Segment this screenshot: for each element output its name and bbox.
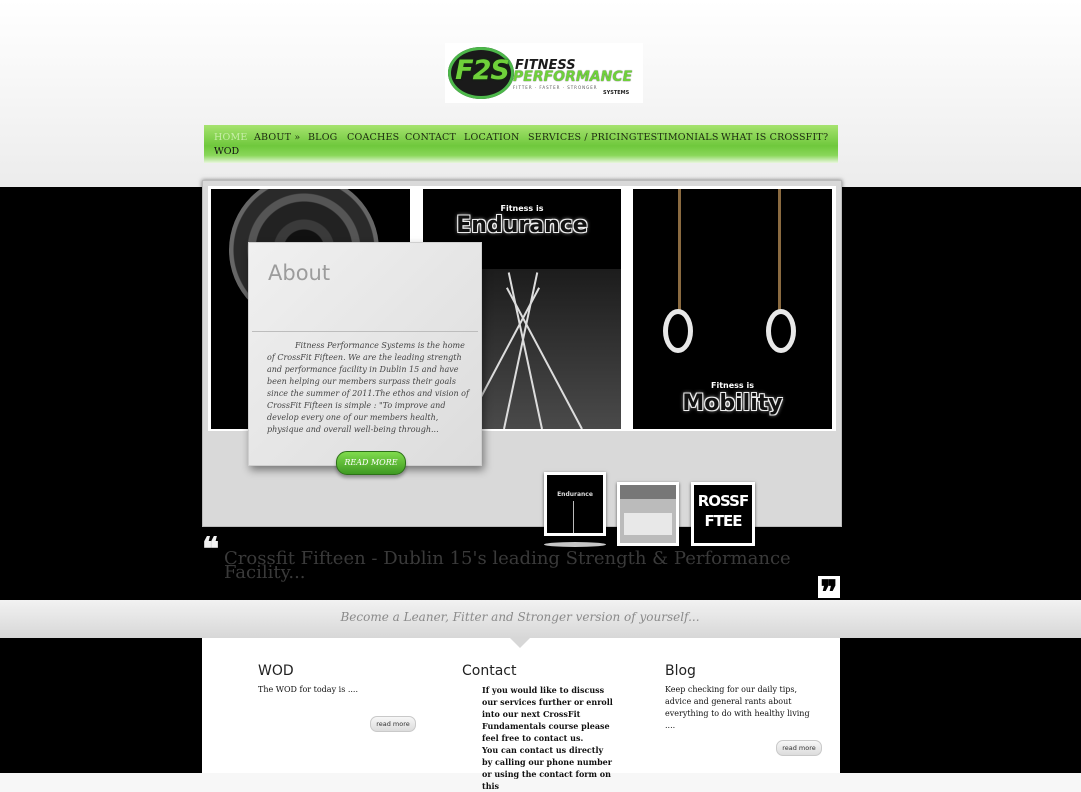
slider-thumbnail-2[interactable] xyxy=(617,482,679,546)
contact-title: Contact xyxy=(462,663,517,679)
hero-headline: Crossfit Fifteen - Dublin 15's leading S… xyxy=(224,548,791,583)
about-divider xyxy=(252,331,478,332)
thumb-1-caption: Endurance xyxy=(557,491,593,498)
endurance-caption-big: Endurance xyxy=(456,213,588,238)
nav-item-home[interactable]: HOME xyxy=(214,132,248,143)
blog-text: Keep checking for our daily tips, advice… xyxy=(665,685,810,730)
open-quote-icon: ❝ xyxy=(202,530,220,568)
nav-item-services-pricing[interactable]: SERVICES / PRICING xyxy=(528,132,637,143)
ring-rope-left xyxy=(678,189,681,314)
about-text: Fitness Performance Systems is the home … xyxy=(267,341,469,434)
about-card: About Fitness Performance Systems is the… xyxy=(248,242,482,466)
nav-item-testimonials[interactable]: TESTIMONIALS xyxy=(637,132,719,143)
contact-text-2: You can contact us directly by calling o… xyxy=(482,745,612,791)
blog-title: Blog xyxy=(665,663,696,679)
mobility-caption-small: Fitness is xyxy=(711,381,754,390)
nav-item-about[interactable]: ABOUT » xyxy=(254,132,300,143)
nav-item-location[interactable]: LOCATION xyxy=(464,132,520,143)
ring-rope-right xyxy=(778,189,781,314)
site-logo[interactable]: F2S FITNESS PERFORMANCE FITTER · FASTER … xyxy=(445,43,643,103)
nav-item-blog[interactable]: BLOG xyxy=(308,132,337,143)
logo-word-performance: PERFORMANCE xyxy=(513,69,633,85)
blog-read-more-button[interactable]: read more xyxy=(776,740,822,756)
slider-thumbnail-1[interactable]: Endurance xyxy=(544,472,606,536)
logo-word-systems: SYSTEMS xyxy=(603,90,630,96)
nav-item-contact[interactable]: CONTACT xyxy=(405,132,456,143)
subtitle-arrow xyxy=(510,638,530,648)
main-navigation: HOME ABOUT » BLOG COACHES CONTACT LOCATI… xyxy=(204,125,838,163)
mobility-caption-big: Mobility xyxy=(682,391,783,416)
nav-item-wod[interactable]: WOD xyxy=(214,146,239,157)
about-read-more-button[interactable]: READ MORE xyxy=(336,451,406,475)
slide-panel-mobility: Fitness is Mobility xyxy=(633,189,832,429)
slider-thumbnail-3[interactable]: ROSSF FTEE xyxy=(691,482,755,546)
logo-letters: F2S xyxy=(455,55,510,86)
wod-read-more-button[interactable]: read more xyxy=(370,716,416,732)
close-quote-icon: ❞ xyxy=(818,576,840,608)
gym-ring-right xyxy=(766,309,796,353)
endurance-caption-small: Fitness is xyxy=(500,204,544,213)
logo-tagline: FITTER · FASTER · STRONGER xyxy=(513,85,598,90)
gym-ring-left xyxy=(663,309,693,353)
nav-item-coaches[interactable]: COACHES xyxy=(347,132,399,143)
subtitle-text: Become a Leaner, Fitter and Stronger ver… xyxy=(340,610,700,624)
wod-text: The WOD for today is .... xyxy=(258,685,359,694)
nav-item-what-is-crossfit[interactable]: WHAT IS CROSSFIT? xyxy=(721,132,828,143)
contact-text-1: If you would like to discuss our service… xyxy=(482,685,613,743)
about-title: About xyxy=(268,261,331,285)
thumb-3-caption: ROSSF FTEE xyxy=(697,492,749,530)
wod-title: WOD xyxy=(258,663,294,679)
